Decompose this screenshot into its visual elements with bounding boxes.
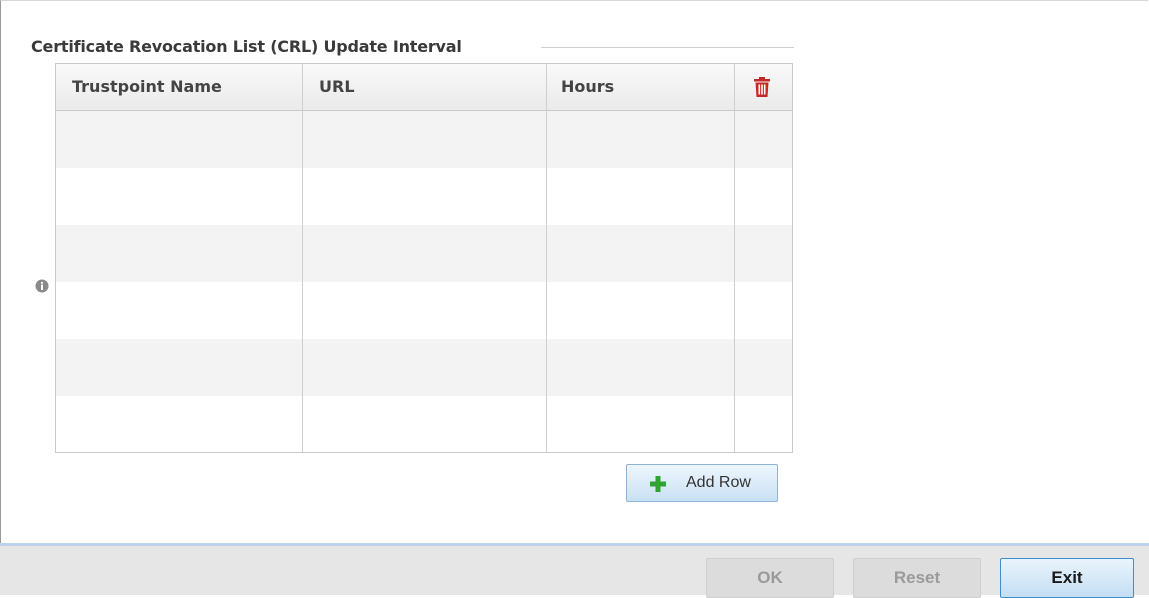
table-row bbox=[56, 225, 792, 282]
dialog-footer: OK Reset Exit bbox=[0, 543, 1149, 598]
table-row bbox=[56, 339, 792, 396]
column-header-hours[interactable]: Hours bbox=[561, 64, 614, 110]
column-header-trustpoint-name[interactable]: Trustpoint Name bbox=[72, 64, 222, 110]
info-icon[interactable] bbox=[35, 279, 49, 293]
column-divider bbox=[734, 64, 735, 452]
table-row bbox=[56, 396, 792, 453]
add-row-label: Add Row bbox=[686, 474, 751, 491]
exit-button[interactable]: Exit bbox=[1000, 558, 1134, 598]
plus-icon bbox=[650, 476, 666, 492]
add-row-button[interactable]: Add Row bbox=[626, 464, 778, 502]
reset-button[interactable]: Reset bbox=[853, 558, 981, 598]
crl-table: Trustpoint Name URL Hours bbox=[55, 63, 793, 453]
ok-button[interactable]: OK bbox=[706, 558, 834, 598]
table-body bbox=[56, 111, 792, 452]
section-heading: Certificate Revocation List (CRL) Update… bbox=[31, 37, 462, 56]
section-divider bbox=[541, 47, 794, 48]
column-divider bbox=[546, 64, 547, 452]
column-divider bbox=[302, 64, 303, 452]
dialog-panel: Certificate Revocation List (CRL) Update… bbox=[0, 0, 1148, 594]
trash-icon[interactable] bbox=[753, 77, 771, 97]
table-row bbox=[56, 168, 792, 225]
table-row bbox=[56, 111, 792, 168]
table-header: Trustpoint Name URL Hours bbox=[56, 64, 792, 111]
column-header-url[interactable]: URL bbox=[319, 64, 355, 110]
table-row bbox=[56, 282, 792, 339]
